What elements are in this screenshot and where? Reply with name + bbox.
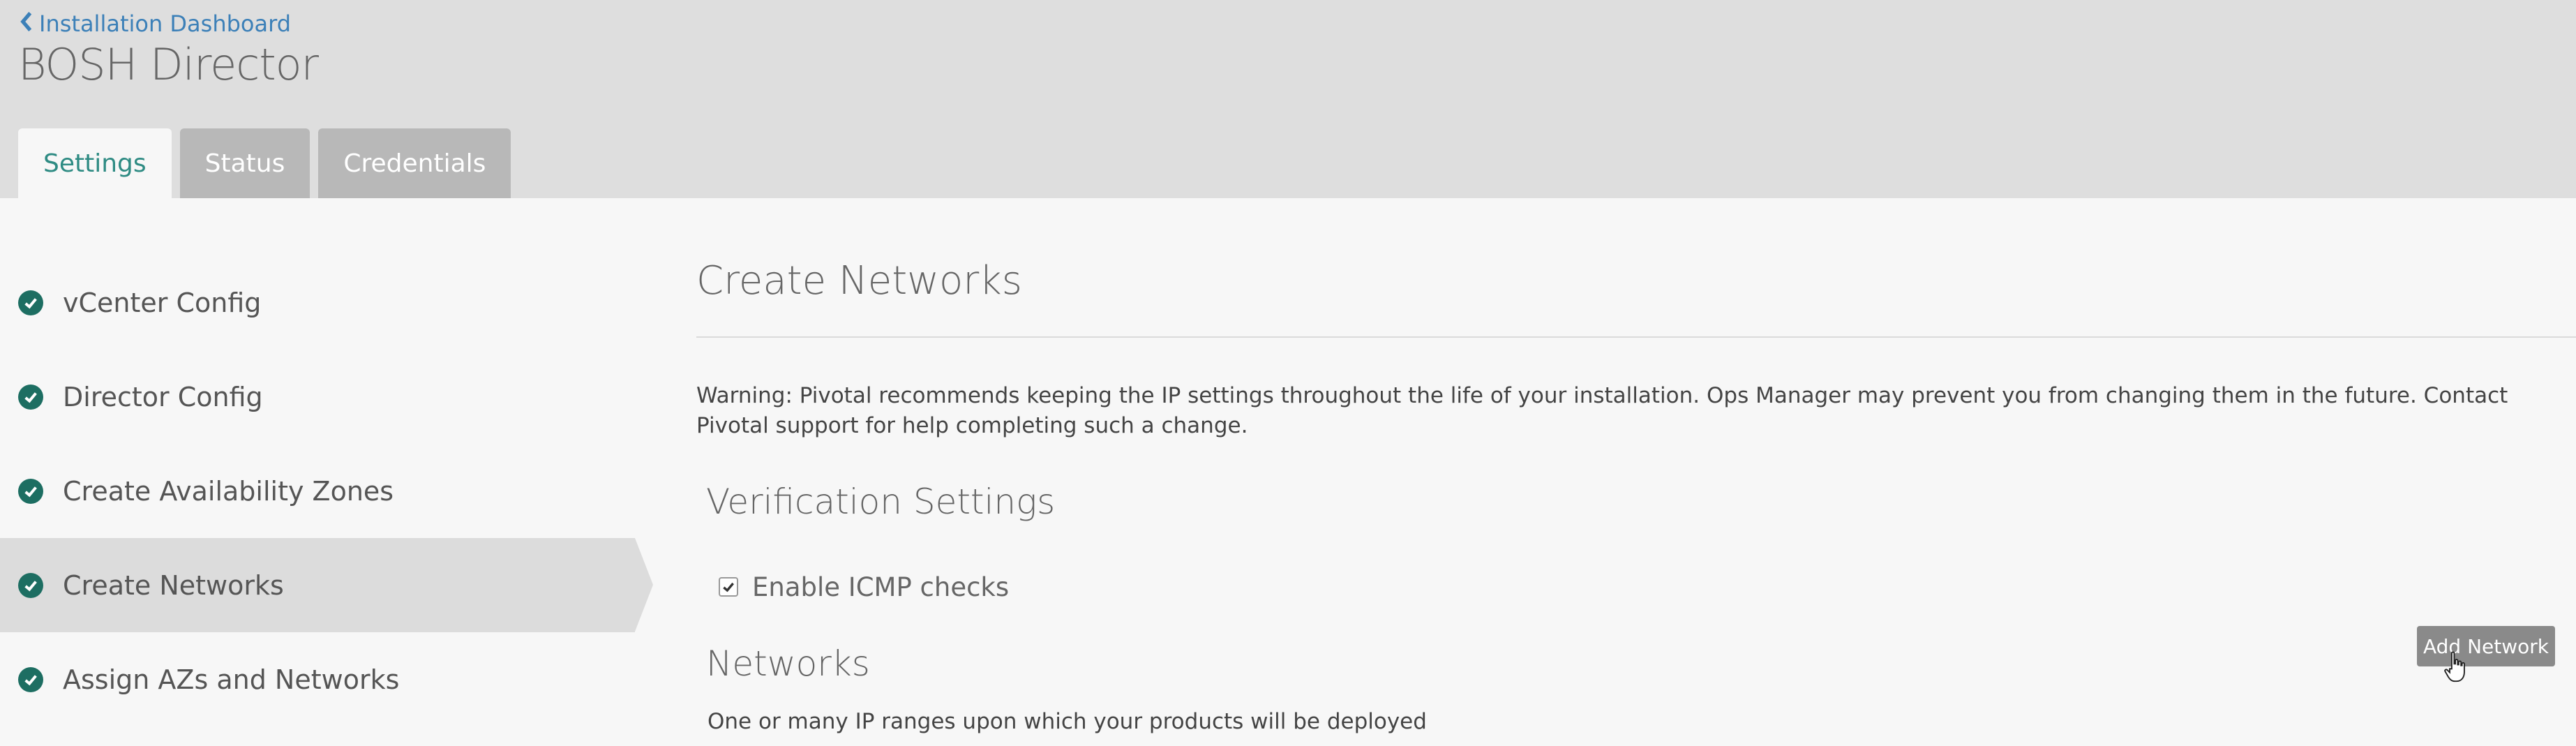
sidebar-item-assign-azs-and-networks[interactable]: Assign AZs and Networks (0, 632, 656, 726)
settings-sidebar: vCenter Config Director Config Create Av… (0, 255, 656, 726)
networks-description: One or many IP ranges upon which your pr… (707, 709, 1427, 734)
tab-bar: Settings Status Credentials (18, 128, 511, 198)
check-circle-icon (18, 290, 43, 315)
warning-text: Warning: Pivotal recommends keeping the … (696, 383, 2508, 438)
hand-cursor-icon (2444, 651, 2465, 682)
verification-settings-heading: Verification Settings (706, 482, 1056, 522)
enable-icmp-checks-checkbox[interactable] (719, 577, 738, 597)
check-circle-icon (18, 478, 43, 504)
add-network-button[interactable]: Add Network (2417, 626, 2555, 666)
sidebar-item-create-availability-zones[interactable]: Create Availability Zones (0, 444, 656, 538)
page-header: Installation Dashboard BOSH Director Set… (0, 0, 2576, 198)
tab-settings[interactable]: Settings (18, 128, 172, 198)
sidebar-item-label: Create Availability Zones (63, 475, 394, 507)
section-title: Create Networks (696, 258, 1022, 304)
sidebar-item-create-networks[interactable]: Create Networks (0, 538, 653, 632)
check-circle-icon (18, 572, 43, 598)
tab-status[interactable]: Status (179, 128, 310, 198)
sidebar-item-director-config[interactable]: Director Config (0, 350, 656, 444)
sidebar-item-label: Assign AZs and Networks (63, 664, 400, 695)
sidebar-item-label: Create Networks (63, 569, 284, 601)
check-circle-icon (18, 384, 43, 410)
checkbox-label: Enable ICMP checks (752, 572, 1010, 602)
back-link-label: Installation Dashboard (39, 10, 292, 37)
sidebar-item-vcenter-config[interactable]: vCenter Config (0, 255, 656, 350)
back-to-dashboard-link[interactable]: Installation Dashboard (20, 10, 291, 38)
networks-heading: Networks (706, 643, 870, 684)
tab-credentials[interactable]: Credentials (318, 128, 511, 198)
sidebar-item-label: Director Config (63, 381, 263, 412)
sidebar-item-label: vCenter Config (63, 287, 262, 318)
check-circle-icon (18, 666, 43, 692)
divider (696, 336, 2576, 338)
chevron-left-icon (20, 10, 33, 37)
page-title: BOSH Director (18, 39, 319, 90)
enable-icmp-checks-row[interactable]: Enable ICMP checks (719, 571, 1009, 603)
